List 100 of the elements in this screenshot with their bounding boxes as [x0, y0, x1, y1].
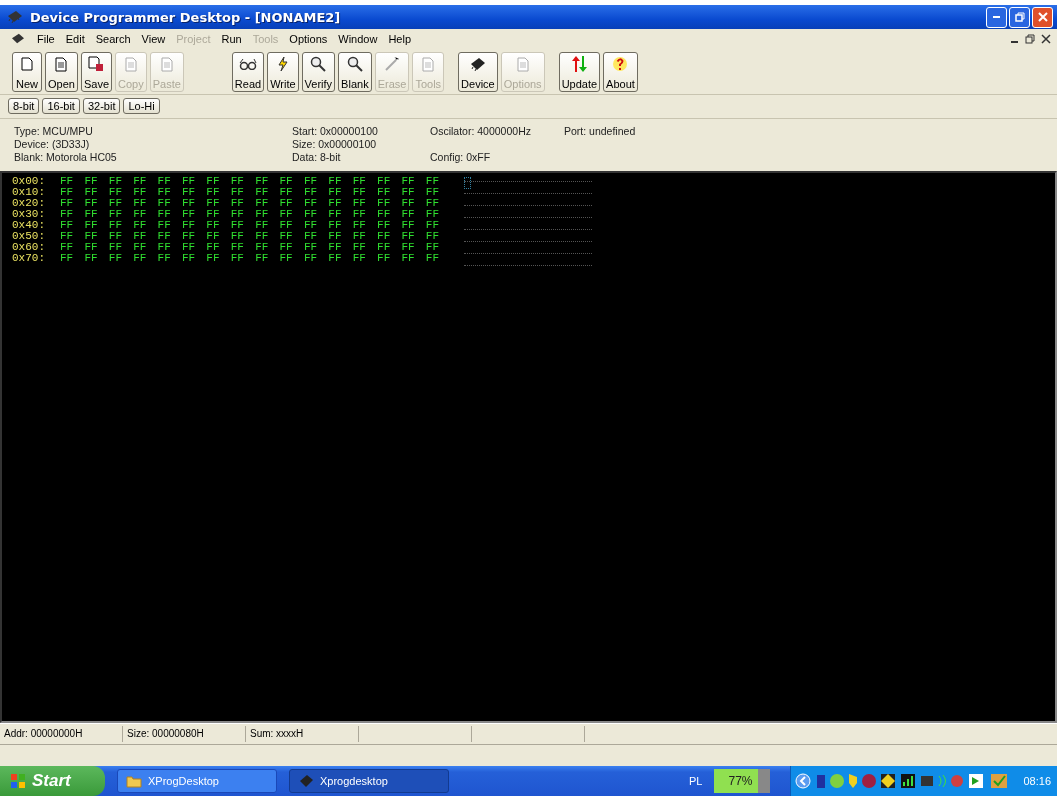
hex-byte: FF [181, 176, 197, 187]
hex-byte: FF [108, 242, 123, 253]
hex-byte: FF [255, 242, 270, 253]
hex-byte: FF [84, 253, 99, 264]
toolbar-button[interactable]: Write [267, 52, 299, 92]
menu-item[interactable]: Search [95, 33, 131, 45]
hex-byte: FF [303, 253, 319, 264]
close-button[interactable] [1032, 6, 1053, 28]
hex-byte: FF [108, 176, 123, 187]
hex-byte: FF [157, 253, 172, 264]
menu-item[interactable]: Edit [65, 33, 85, 45]
menu-item[interactable]: Help [388, 33, 411, 45]
menu-item[interactable]: Options [289, 33, 328, 45]
document-icon [421, 56, 436, 72]
hex-byte: FF [328, 176, 343, 187]
hex-byte: FF [206, 220, 221, 231]
hex-byte: FF [230, 220, 245, 231]
hex-byte: FF [352, 253, 367, 264]
minimize-icon [992, 15, 1001, 19]
restore-icon[interactable] [1025, 34, 1035, 44]
hex-byte: FF [279, 176, 294, 187]
hex-byte: FF [328, 231, 343, 242]
chevron-icon[interactable] [795, 773, 812, 789]
hex-byte: FF [206, 187, 221, 198]
hex-byte: FF [84, 187, 99, 198]
hex-byte: FF [401, 176, 416, 187]
chip-icon [10, 33, 26, 45]
hex-byte: FF [352, 242, 367, 253]
hex-byte: FF [157, 220, 172, 231]
address-label: 0x70: [12, 253, 46, 264]
hex-byte: FF [303, 187, 319, 198]
hex-byte: FF [303, 209, 319, 220]
info-text: Type: MCU/MPU [14, 125, 94, 138]
info-text: Blank: Motorola HC05 [14, 151, 118, 164]
view-mode-button[interactable]: Lo-Hi [123, 98, 160, 114]
hex-byte: FF [377, 209, 392, 220]
hex-byte: FF [230, 253, 245, 264]
toolbar-button[interactable]: About [603, 52, 638, 92]
taskbar-button[interactable]: XProgDesktop [117, 769, 277, 793]
hex-byte: FF [60, 198, 75, 209]
close-icon[interactable] [1041, 34, 1051, 44]
hex-byte: FF [133, 209, 148, 220]
toolbar-button[interactable]: Open [45, 52, 78, 92]
hex-byte: FF [108, 187, 123, 198]
language-indicator[interactable]: PL [689, 775, 703, 787]
toolbar-button[interactable]: Save [80, 52, 112, 92]
info-text: Device: (3D33J) [14, 138, 91, 151]
hex-byte: FF [157, 242, 172, 253]
toolbar-button[interactable]: New [12, 52, 42, 92]
minimize-button[interactable] [986, 6, 1007, 28]
hex-byte: FF [133, 220, 148, 231]
magnifier-icon [346, 56, 363, 72]
hex-byte: FF [60, 209, 75, 220]
hex-byte: FF [181, 242, 197, 253]
info-text: Oscilator: 4000000Hz [430, 125, 532, 138]
hex-byte: FF [230, 242, 245, 253]
hex-byte: FF [108, 220, 123, 231]
info-text: Size: 0x00000100 [292, 138, 378, 151]
restore-button[interactable] [1009, 6, 1030, 28]
hex-byte: FF [157, 176, 172, 187]
taskbar-button[interactable]: Xprogdesktop [289, 769, 449, 793]
toolbar-button[interactable]: Device [458, 52, 498, 92]
hex-byte: FF [157, 198, 172, 209]
document-icon [123, 56, 138, 72]
menu-item[interactable]: View [141, 33, 166, 45]
hex-byte: FF [303, 242, 319, 253]
lightning-icon [276, 56, 289, 72]
menu-item[interactable]: File [37, 33, 55, 45]
menu-item[interactable]: Window [338, 33, 378, 45]
hex-byte: FF [84, 209, 99, 220]
hex-byte: FF [206, 176, 221, 187]
hex-byte: FF [401, 187, 416, 198]
hex-byte: FF [401, 198, 416, 209]
view-mode-button[interactable]: 32-bit [82, 98, 121, 114]
hex-byte: FF [377, 242, 392, 253]
hex-byte: FF [425, 242, 441, 253]
hex-byte: FF [133, 176, 148, 187]
hex-byte: FF [279, 231, 294, 242]
hex-byte: FF [279, 209, 294, 220]
hex-byte: FF [401, 231, 416, 242]
folder-icon [126, 774, 142, 788]
view-mode-button[interactable]: 16-bit [42, 98, 80, 114]
hex-byte: FF [181, 220, 197, 231]
toolbar-button[interactable]: Read [231, 52, 265, 92]
toolbar-button[interactable]: Blank [338, 52, 372, 92]
hex-byte: FF [230, 198, 245, 209]
toolbar-button[interactable]: Verify [301, 52, 336, 92]
hex-byte: FF [377, 220, 392, 231]
hex-byte: FF [84, 198, 99, 209]
hex-byte: FF [108, 231, 123, 242]
address-label: 0x40: [12, 220, 46, 231]
toolbar-button[interactable]: Update [558, 52, 601, 92]
view-mode-button[interactable]: 8-bit [8, 98, 40, 114]
address-label: 0x60: [12, 242, 46, 253]
menu-item[interactable]: Run [221, 33, 242, 45]
hex-byte: FF [157, 231, 172, 242]
hex-byte: FF [84, 242, 99, 253]
window-title: Device Programmer Desktop - [NONAME2] [30, 9, 342, 25]
hex-byte: FF [255, 176, 270, 187]
address-label: 0x20: [12, 198, 46, 209]
